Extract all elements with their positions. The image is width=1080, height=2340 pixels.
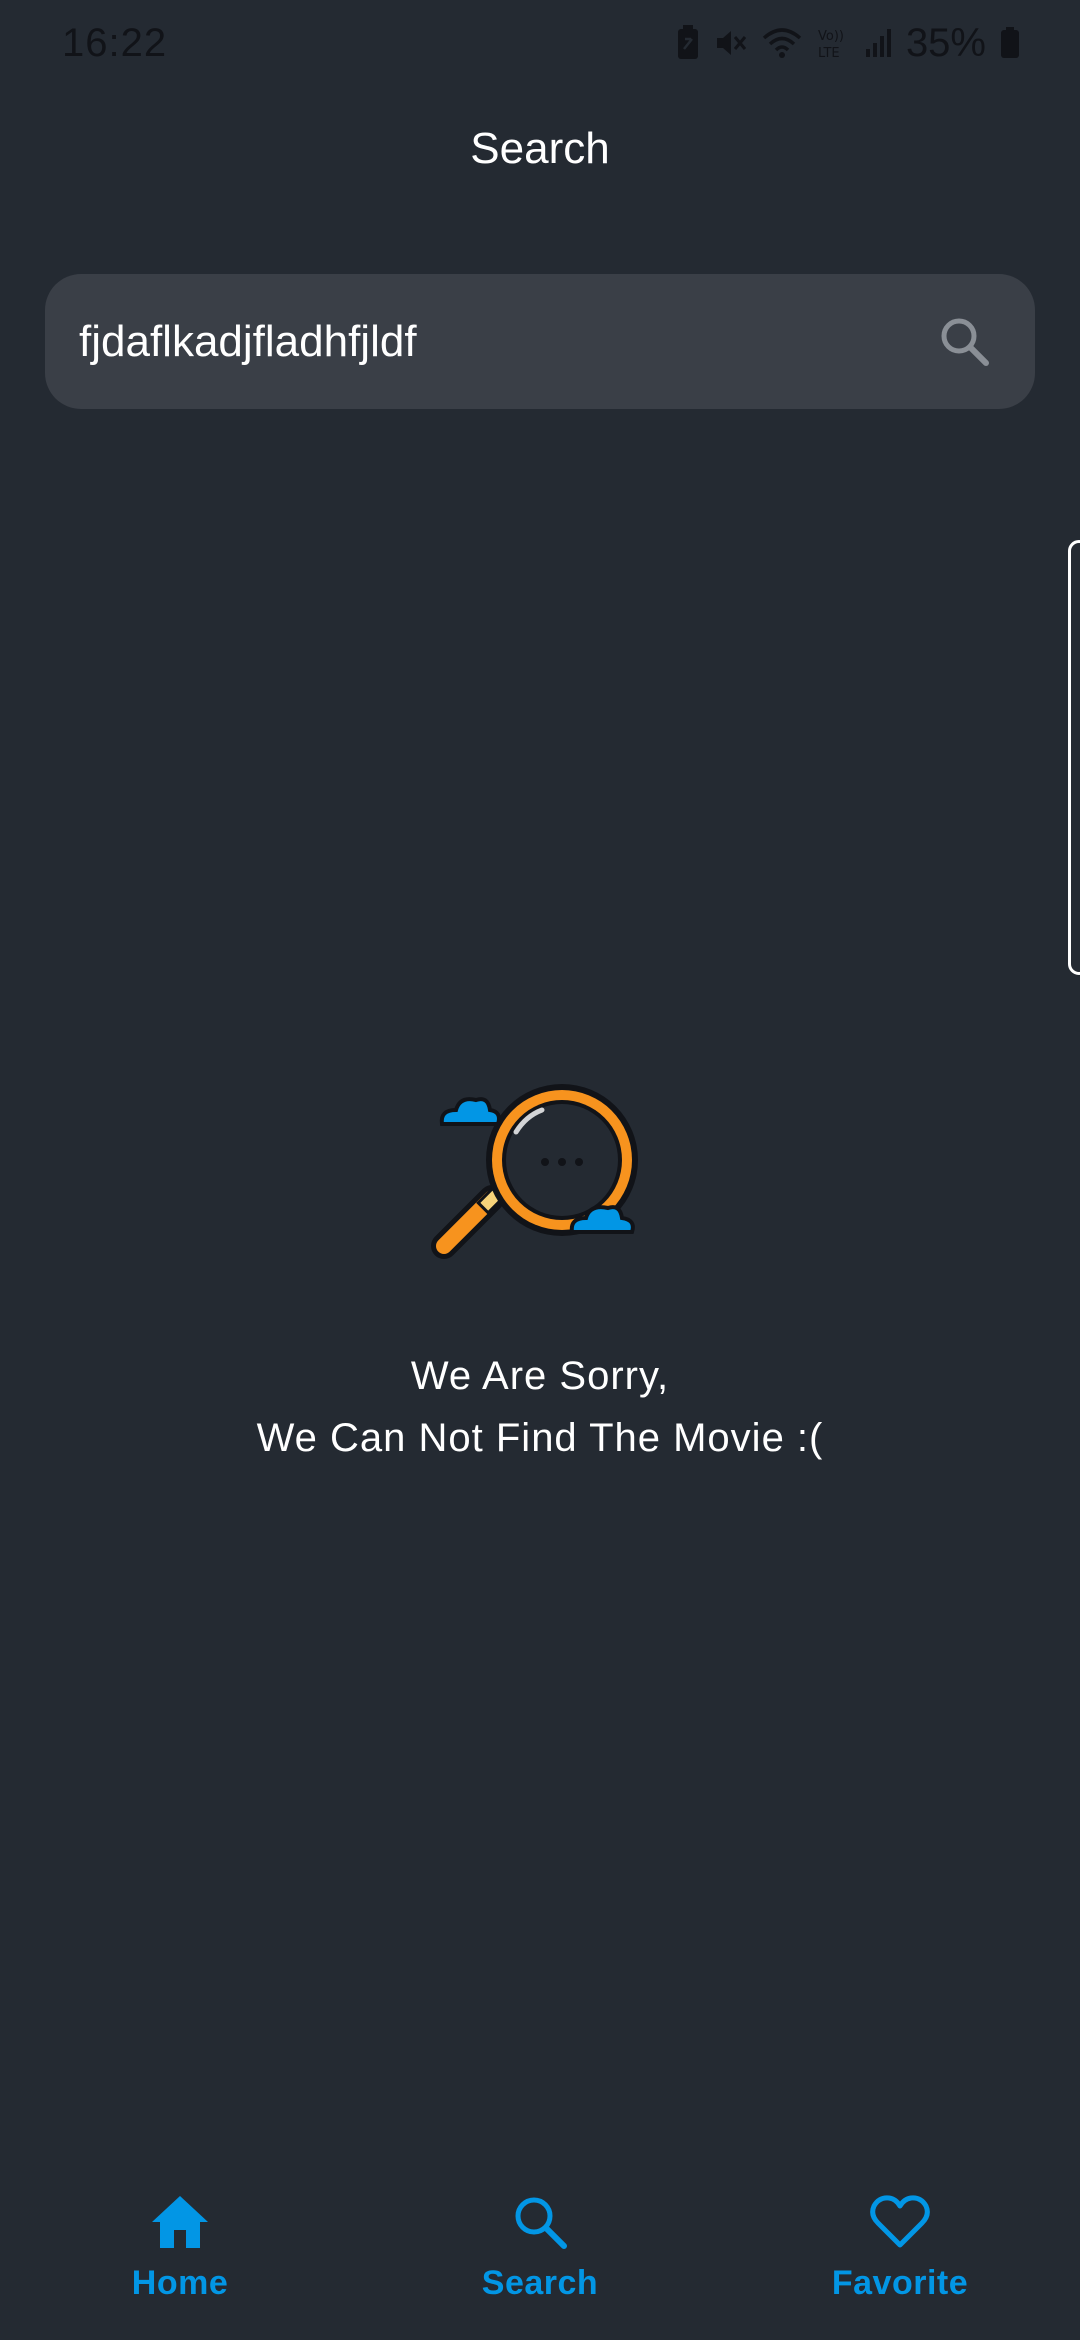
bottom-nav: Home Search Favorite — [0, 2190, 1080, 2340]
status-icons: Vo)) LTE 35% — [676, 21, 1020, 66]
nav-label-home: Home — [131, 2264, 229, 2302]
search-icon[interactable] — [935, 312, 995, 372]
magnifier-cloud-icon — [430, 1080, 650, 1300]
search-icon — [508, 2190, 572, 2254]
empty-state-line2: We Can Not Find The Movie :( — [256, 1416, 824, 1460]
svg-text:Vo)): Vo)) — [818, 29, 844, 44]
heart-icon — [868, 2190, 932, 2254]
mute-icon — [714, 26, 748, 60]
empty-state-line1: We Are Sorry, — [410, 1354, 670, 1398]
wifi-icon — [762, 26, 802, 60]
status-bar: 16:22 Vo)) LTE 35% — [0, 0, 1080, 86]
search-screen: 16:22 Vo)) LTE 35% Search fjdaflkadjflad… — [0, 0, 1080, 2340]
battery-icon — [1000, 27, 1020, 59]
signal-icon — [864, 27, 892, 59]
search-input[interactable] — [79, 316, 935, 367]
empty-state-message: We Are Sorry, We Can Not Find The Movie … — [0, 1345, 1080, 1469]
page-title: Search — [470, 124, 610, 173]
nav-label-favorite: Favorite — [831, 2264, 969, 2302]
nav-item-home[interactable]: Home — [30, 2190, 330, 2303]
home-icon — [148, 2190, 212, 2254]
nav-item-favorite[interactable]: Favorite — [750, 2190, 1050, 2303]
volte-icon: Vo)) LTE — [816, 25, 850, 61]
status-time: 16:22 — [62, 20, 168, 65]
search-bar[interactable] — [45, 274, 1035, 409]
battery-percent: 35% — [905, 20, 986, 65]
nav-label-search: Search — [481, 2264, 599, 2302]
scrollbar-handle[interactable] — [1068, 540, 1080, 975]
nav-item-search[interactable]: Search — [390, 2190, 690, 2303]
battery-saver-icon — [676, 25, 700, 61]
svg-text:LTE: LTE — [818, 46, 840, 61]
